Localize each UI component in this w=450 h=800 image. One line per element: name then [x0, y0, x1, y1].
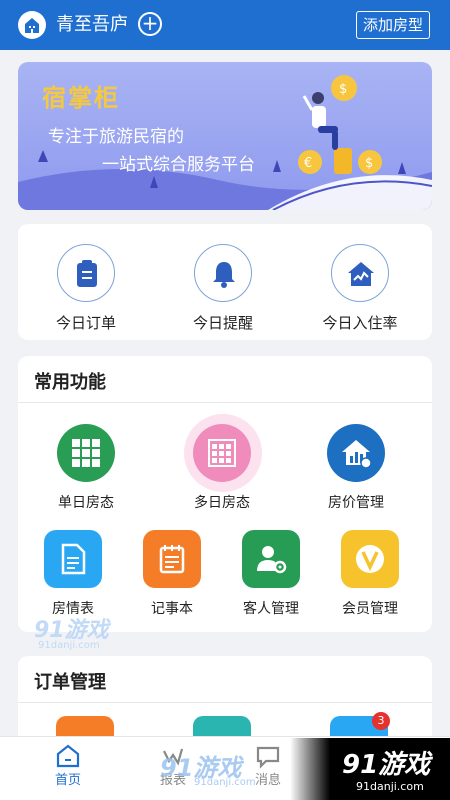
message-icon: [255, 743, 281, 769]
room-report-button[interactable]: 房情表: [25, 530, 121, 618]
tab-home[interactable]: 首页: [38, 743, 98, 788]
watermark-site: 91danji.com: [38, 640, 100, 651]
user-gear-icon: [242, 530, 300, 588]
notepad-button[interactable]: 记事本: [124, 530, 220, 618]
today-occupancy-label: 今日入住率: [322, 314, 398, 332]
divider: [18, 402, 432, 403]
watermark-text: 91游戏: [342, 750, 431, 780]
promo-banner[interactable]: $ € $ 宿掌柜 专注于旅游民宿的 一站式综合服务平台: [18, 62, 432, 210]
watermark-logo: 91游戏 91danji.com: [160, 748, 256, 788]
document-icon: [44, 530, 102, 588]
guest-management-label: 客人管理: [243, 601, 299, 617]
today-orders-label: 今日订单: [55, 314, 116, 332]
svg-text:€: €: [304, 156, 312, 171]
today-orders-button[interactable]: 今日订单: [36, 244, 136, 333]
notepad-label: 记事本: [151, 601, 193, 617]
watermark-site: 91danji.com: [194, 777, 256, 788]
room-price-management-button[interactable]: 房价管理: [308, 424, 404, 512]
notification-badge: 3: [372, 712, 390, 730]
top-bar: 青至吾庐 + 添加房型: [0, 0, 450, 50]
divider: [18, 702, 432, 703]
banner-tagline-1: 专注于旅游民宿的: [48, 127, 184, 147]
hotel-logo-icon: [18, 11, 46, 39]
member-management-button[interactable]: 会员管理: [322, 530, 418, 618]
common-functions-card: 常用功能 单日房态 多日房态 房价管理 房情表 记事本 客人管理 会员管理: [18, 356, 432, 632]
room-price-management-label: 房价管理: [328, 495, 384, 511]
watermark-logo: 91游戏 91danji.com: [34, 612, 109, 651]
grid-icon: [57, 424, 115, 482]
banner-brand: 宿掌柜: [42, 84, 120, 112]
house-price-icon: [327, 424, 385, 482]
bell-icon: [194, 244, 252, 302]
today-summary-card: 今日订单 今日提醒 今日入住率: [18, 224, 432, 340]
single-day-room-status-label: 单日房态: [58, 495, 114, 511]
home-icon: [55, 743, 81, 769]
plus-circle-icon[interactable]: +: [138, 12, 162, 36]
today-reminders-button[interactable]: 今日提醒: [173, 244, 273, 333]
notepad-icon: [143, 530, 201, 588]
common-functions-title: 常用功能: [34, 372, 106, 393]
house-chart-icon: [331, 244, 389, 302]
clipboard-icon: [57, 244, 115, 302]
property-title[interactable]: 青至吾庐: [56, 12, 128, 38]
member-management-label: 会员管理: [342, 601, 398, 617]
vip-icon: [341, 530, 399, 588]
calendar-grid-icon: [193, 424, 251, 482]
order-management-title: 订单管理: [34, 672, 106, 693]
today-reminders-label: 今日提醒: [192, 314, 253, 332]
watermark-logo: 91游戏 91danji.com: [290, 738, 450, 800]
watermark-site: 91danji.com: [356, 780, 424, 793]
multi-day-room-status-button[interactable]: 多日房态: [174, 424, 270, 512]
multi-day-room-status-label: 多日房态: [194, 495, 250, 511]
today-occupancy-button[interactable]: 今日入住率: [310, 244, 410, 333]
svg-text:$: $: [365, 156, 373, 171]
svg-text:$: $: [339, 82, 347, 97]
guest-management-button[interactable]: 客人管理: [223, 530, 319, 618]
tab-home-label: 首页: [54, 773, 81, 788]
single-day-room-status-button[interactable]: 单日房态: [38, 424, 134, 512]
banner-tagline-2: 一站式综合服务平台: [102, 155, 255, 175]
add-room-type-button[interactable]: 添加房型: [355, 11, 430, 39]
